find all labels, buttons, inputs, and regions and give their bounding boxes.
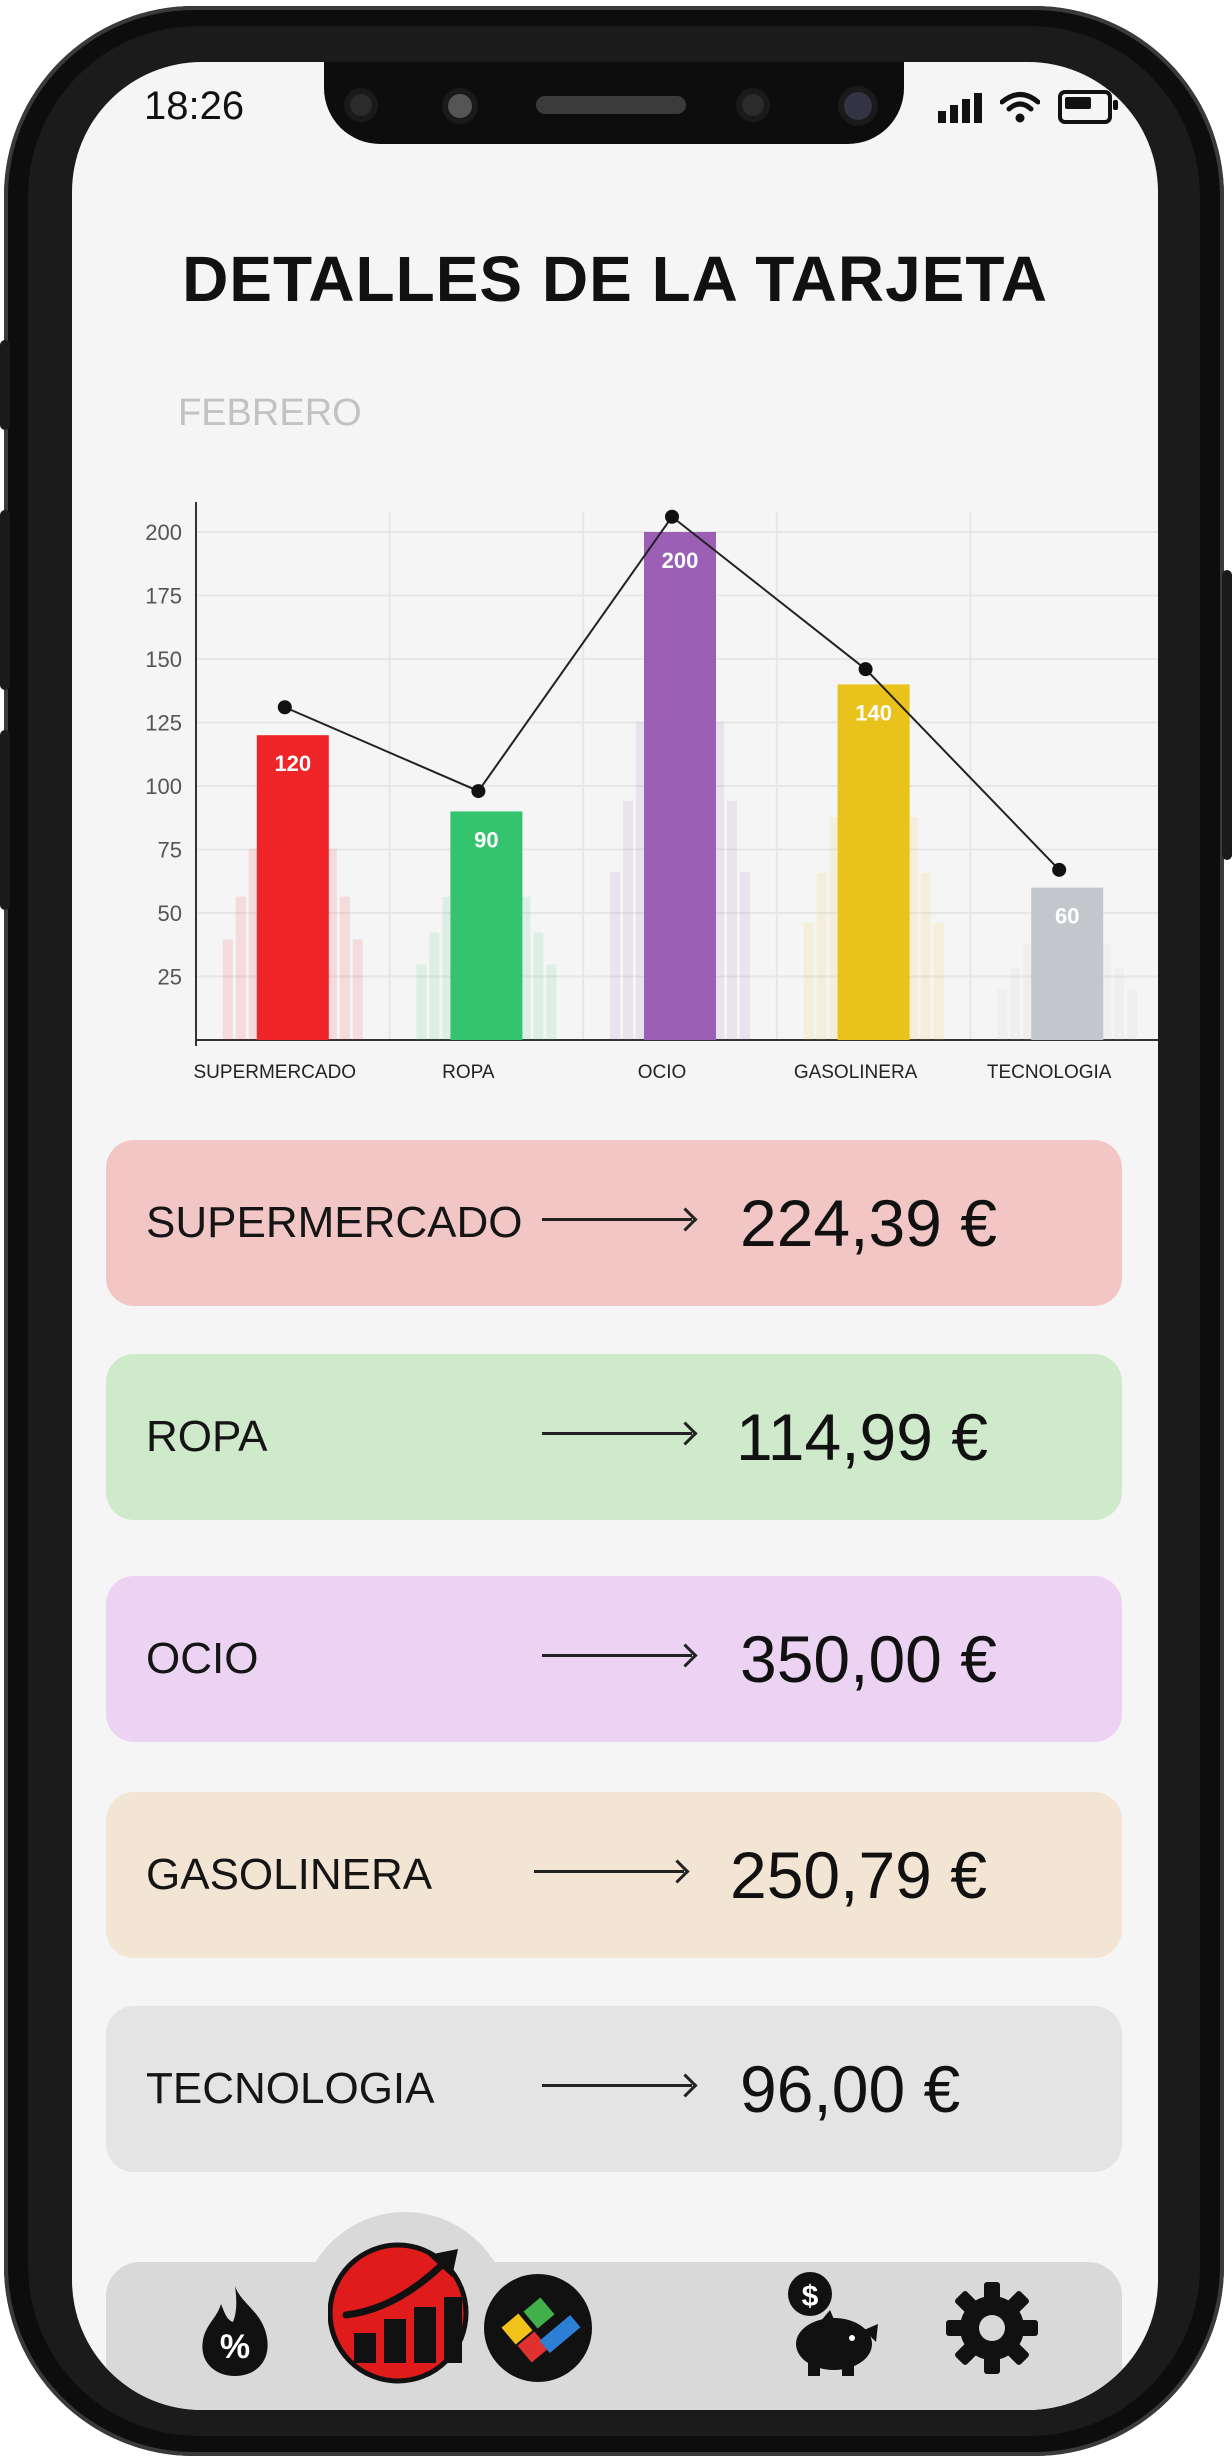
camera-notch	[324, 62, 904, 144]
bar-value-label: 140	[855, 700, 892, 725]
bar-shadow	[546, 964, 557, 1040]
bar-shadow	[533, 932, 544, 1040]
phone-volume-down	[0, 730, 10, 910]
bar-shadow	[222, 939, 233, 1040]
y-tick-label: 200	[145, 520, 182, 545]
signal-bars-icon	[938, 91, 982, 123]
wifi-icon	[1000, 92, 1040, 123]
category-card-ropa[interactable]: ROPA 114,99 €	[106, 1354, 1122, 1520]
x-tick-label: TECNOLOGIA	[987, 1062, 1112, 1083]
status-bar: 18:26	[72, 62, 1158, 152]
bar-shadow	[623, 800, 633, 1040]
svg-text:$: $	[802, 2280, 819, 2313]
category-card-gasolinera[interactable]: GASOLINERA 250,79 €	[106, 1792, 1122, 1958]
earpiece-speaker	[536, 96, 686, 114]
arrow-right-icon	[542, 1218, 692, 1221]
arrow-right-icon	[542, 2084, 692, 2087]
category-label: SUPERMERCADO	[146, 1198, 523, 1247]
category-card-ocio[interactable]: OCIO 350,00 €	[106, 1576, 1122, 1742]
bar-shadow	[235, 896, 246, 1040]
category-amount: 114,99 €	[736, 1400, 989, 1474]
bar-shadow	[920, 872, 931, 1040]
category-label: TECNOLOGIA	[146, 2064, 435, 2113]
y-tick-label: 125	[145, 711, 182, 736]
category-label: GASOLINERA	[146, 1850, 433, 1899]
savings-piggy-icon[interactable]: $	[780, 2270, 880, 2380]
bar-shadow	[429, 932, 440, 1040]
x-tick-label: SUPERMERCADO	[194, 1062, 357, 1083]
bar-value-label: 120	[274, 751, 311, 776]
category-amount: 224,39 €	[740, 1186, 997, 1260]
category-card-supermercado[interactable]: SUPERMERCADO 224,39 €	[106, 1140, 1122, 1306]
trend-point	[277, 700, 292, 715]
category-amount: 350,00 €	[740, 1622, 997, 1696]
bar-shadow	[352, 939, 363, 1040]
arrow-right-icon	[542, 1432, 692, 1435]
battery-icon	[1058, 90, 1118, 124]
app-screen: 18:26 DETALLES DE LA TARJETA FEBRERO 25 5…	[72, 62, 1158, 2410]
front-camera	[350, 94, 372, 116]
y-tick-label: 100	[145, 774, 182, 799]
y-tick-label: 150	[145, 647, 182, 672]
svg-text:%: %	[220, 2328, 250, 2366]
arrow-right-icon	[534, 1870, 684, 1873]
bar-shadow	[610, 872, 620, 1040]
trend-point	[665, 509, 679, 524]
category-card-tecnologia[interactable]: TECNOLOGIA 96,00 €	[106, 2006, 1122, 2172]
bar-ocio	[644, 532, 716, 1040]
page-title: DETALLES DE LA TARJETA	[182, 243, 1048, 315]
face-sensor	[742, 94, 764, 116]
bar-shadow	[803, 922, 814, 1040]
colorful-card-logo-icon[interactable]	[480, 2270, 596, 2386]
bar-supermercado	[256, 735, 329, 1040]
y-tick-label: 25	[158, 965, 182, 990]
category-label: OCIO	[146, 1634, 259, 1683]
status-time: 18:26	[144, 84, 245, 128]
bar-gasolinera	[837, 684, 910, 1040]
bar-value-label: 200	[662, 548, 699, 573]
category-label: ROPA	[146, 1412, 268, 1461]
trend-point	[471, 784, 486, 799]
dot-projector	[844, 92, 872, 120]
phone-volume-up	[0, 510, 10, 690]
y-tick-label: 175	[145, 584, 182, 609]
status-icons	[938, 90, 1118, 124]
phone-power-button	[1222, 570, 1232, 860]
growth-chart-icon[interactable]	[328, 2237, 478, 2387]
bar-shadow	[416, 964, 427, 1040]
bar-value-label: 90	[474, 827, 498, 852]
arrow-right-icon	[542, 1654, 692, 1657]
month-label: FEBRERO	[178, 392, 362, 434]
bar-shadow	[816, 872, 827, 1040]
bar-shadow	[1114, 968, 1125, 1040]
y-tick-label: 75	[158, 838, 182, 863]
bar-shadow	[933, 922, 944, 1040]
bar-shadow	[727, 800, 737, 1040]
settings-gear-icon[interactable]	[940, 2276, 1044, 2380]
category-amount: 96,00 €	[740, 2052, 961, 2126]
phone-silent-switch	[0, 340, 10, 430]
discount-flame-icon[interactable]: %	[190, 2280, 280, 2380]
proximity-sensor	[448, 94, 472, 118]
x-tick-label: ROPA	[442, 1062, 495, 1083]
trend-point	[858, 662, 873, 677]
category-amount: 250,79 €	[730, 1838, 987, 1912]
bar-shadow	[1010, 968, 1021, 1040]
bar-shadow	[1127, 989, 1138, 1040]
bar-shadow	[339, 896, 350, 1040]
trend-point	[1052, 862, 1067, 877]
bar-value-label: 60	[1055, 904, 1079, 929]
bar-shadow	[997, 989, 1008, 1040]
bar-shadow	[740, 872, 750, 1040]
x-tick-label: GASOLINERA	[794, 1062, 918, 1083]
spending-chart: 25 50 75 100 125 150 175 200 120 SUPERMERCADO 90 RO…	[145, 502, 1158, 1083]
x-tick-label: OCIO	[638, 1062, 687, 1083]
y-tick-label: 50	[158, 901, 182, 926]
